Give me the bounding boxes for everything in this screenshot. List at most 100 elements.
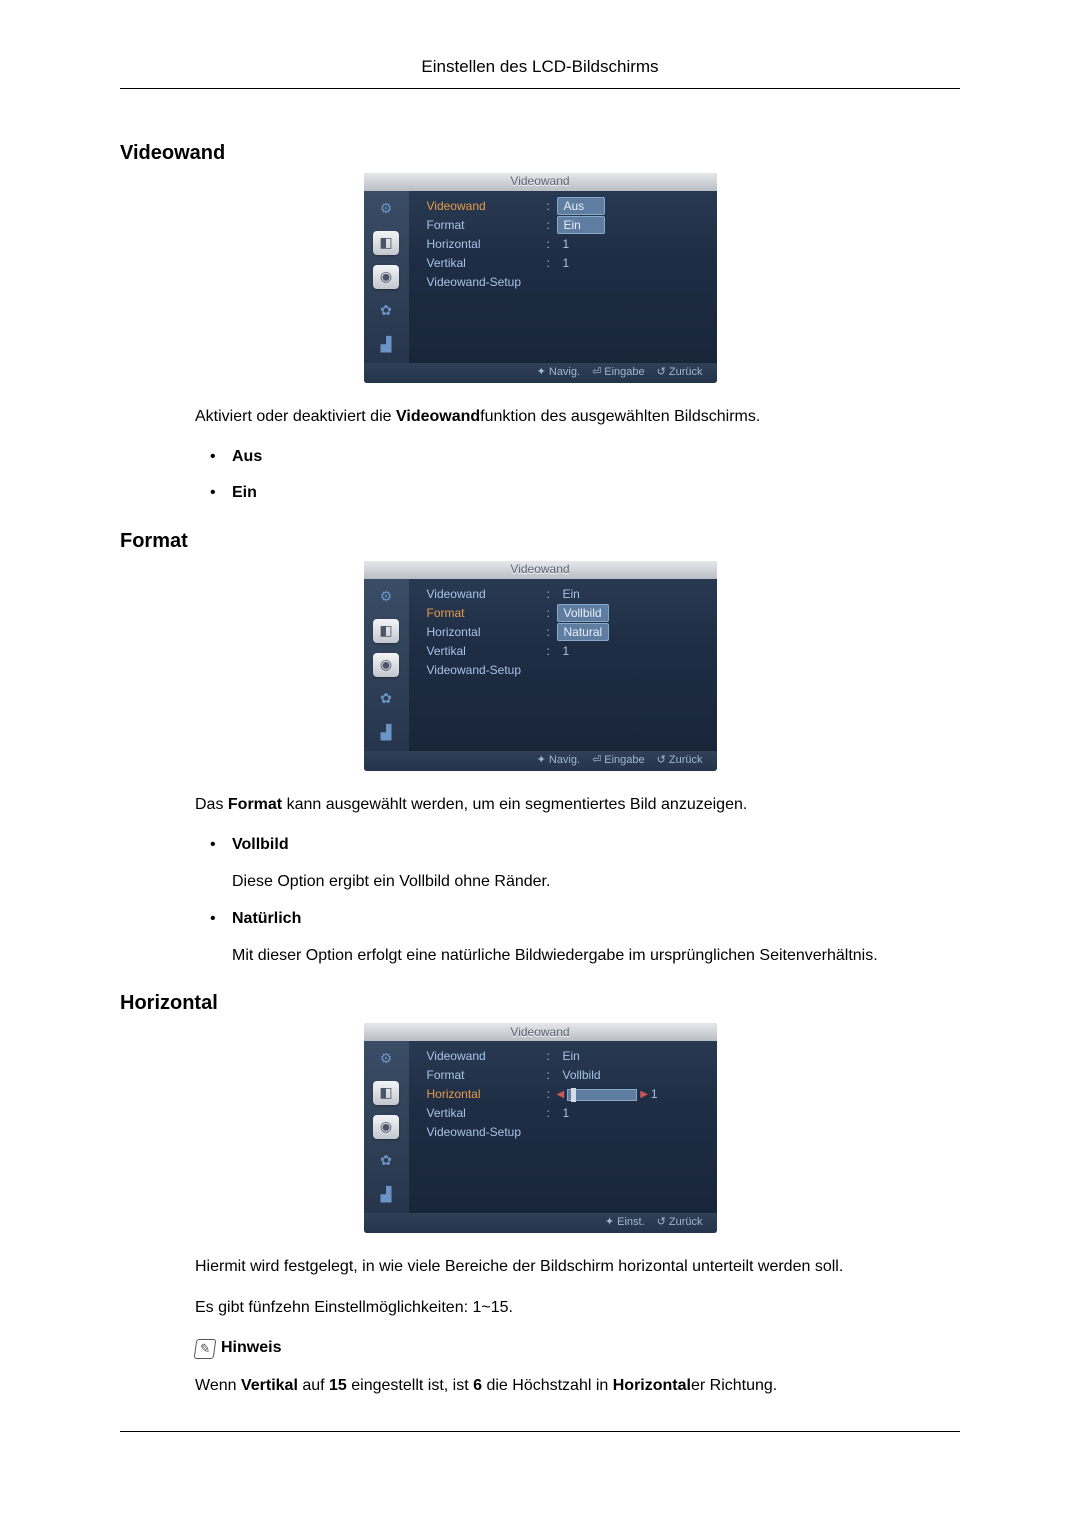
bullet-text: Diese Option ergibt ein Vollbild ohne Rä… <box>232 870 960 893</box>
slider-right-arrow-icon[interactable]: ▶ <box>640 1088 648 1102</box>
footer-back: ↺Zurück <box>657 365 703 380</box>
osd-footer: ✦Navig. ⏎Eingabe ↺Zurück <box>364 363 717 383</box>
slider-track[interactable] <box>567 1089 637 1101</box>
picture-icon: ⚙ <box>373 585 399 609</box>
back-icon: ↺ <box>657 1215 666 1230</box>
multi-icon: ▟ <box>373 721 399 745</box>
osd-row[interactable]: Videowand-Setup <box>427 273 709 292</box>
osd-menu: Videowand ⚙ ◧ ◉ ✿ ▟ Videowand : Ein <box>364 561 717 771</box>
setup-icon: ✿ <box>373 299 399 323</box>
osd-row[interactable]: Videowand : Aus <box>427 197 709 216</box>
bullet-vollbild: Vollbild Diese Option ergibt ein Vollbil… <box>210 834 960 894</box>
osd-row[interactable]: Format : Vollbild <box>427 604 709 623</box>
footer-nav: ✦Navig. <box>537 753 580 768</box>
page-header: Einstellen des LCD-Bildschirms <box>120 55 960 89</box>
bullet-ein: Ein <box>210 482 960 504</box>
footer-back: ↺Zurück <box>657 1215 703 1230</box>
input-icon: ◧ <box>373 619 399 643</box>
clock-icon: ◉ <box>373 1115 399 1139</box>
osd-menu-title: Videowand <box>364 173 717 191</box>
input-icon: ◧ <box>373 1081 399 1105</box>
osd-row-label: Format <box>427 605 547 622</box>
osd-row-value: 1 <box>557 642 605 661</box>
osd-screenshot-videowand: Videowand ⚙ ◧ ◉ ✿ ▟ Videowand : Aus <box>120 173 960 383</box>
slider-left-arrow-icon[interactable]: ◀ <box>557 1088 565 1102</box>
bullet-aus: Aus <box>210 446 960 468</box>
footer-back: ↺Zurück <box>657 753 703 768</box>
nav-icon: ✦ <box>537 365 546 380</box>
osd-sidebar: ⚙ ◧ ◉ ✿ ▟ <box>364 579 409 751</box>
osd-row-label: Vertikal <box>427 643 547 660</box>
osd-row-label: Videowand-Setup <box>427 662 547 679</box>
slider-value: 1 <box>651 1086 658 1103</box>
osd-row-value: Ein <box>557 585 605 604</box>
osd-row[interactable]: Vertikal : 1 <box>427 254 709 273</box>
osd-row[interactable]: Horizontal : 1 <box>427 235 709 254</box>
osd-row[interactable]: Horizontal : Natural <box>427 623 709 642</box>
bullet-text: Mit dieser Option erfolgt eine natürlich… <box>232 944 960 967</box>
osd-row-label: Videowand-Setup <box>427 274 547 291</box>
setup-icon: ✿ <box>373 687 399 711</box>
osd-menu: Videowand ⚙ ◧ ◉ ✿ ▟ Videowand : Ein <box>364 1023 717 1233</box>
section-title-horizontal: Horizontal <box>120 989 960 1017</box>
horizontal-desc2: Es gibt fünfzehn Einstellmöglichkeiten: … <box>195 1296 960 1319</box>
back-icon: ↺ <box>657 753 666 768</box>
picture-icon: ⚙ <box>373 1047 399 1071</box>
slider-thumb[interactable] <box>571 1088 576 1102</box>
footer-nav: ✦Navig. <box>537 365 580 380</box>
osd-row[interactable]: Videowand : Ein <box>427 585 709 604</box>
osd-row-value: Natural <box>557 623 610 641</box>
osd-row-value: 1 <box>557 254 605 273</box>
osd-row[interactable]: Videowand-Setup <box>427 661 709 680</box>
osd-row-value: Vollbild <box>557 604 609 622</box>
picture-icon: ⚙ <box>373 197 399 221</box>
multi-icon: ▟ <box>373 333 399 357</box>
osd-row-label: Videowand <box>427 1048 547 1065</box>
osd-row-label: Vertikal <box>427 1105 547 1122</box>
osd-screenshot-horizontal: Videowand ⚙ ◧ ◉ ✿ ▟ Videowand : Ein <box>120 1023 960 1233</box>
format-bullets: Vollbild Diese Option ergibt ein Vollbil… <box>210 834 960 967</box>
osd-row-label: Videowand <box>427 198 547 215</box>
osd-row-value: Ein <box>557 216 605 234</box>
enter-icon: ⏎ <box>592 365 601 380</box>
enter-icon: ⏎ <box>592 753 601 768</box>
osd-screenshot-format: Videowand ⚙ ◧ ◉ ✿ ▟ Videowand : Ein <box>120 561 960 771</box>
format-description: Das Format kann ausgewählt werden, um ei… <box>195 793 960 816</box>
multi-icon: ▟ <box>373 1183 399 1207</box>
osd-menu-title: Videowand <box>364 1023 717 1041</box>
input-icon: ◧ <box>373 231 399 255</box>
osd-row-value: 1 <box>557 235 605 254</box>
osd-slider[interactable]: ◀ ▶ 1 <box>557 1086 658 1103</box>
nav-icon: ✦ <box>605 1215 614 1230</box>
osd-row[interactable]: Format : Vollbild <box>427 1066 709 1085</box>
osd-footer: ✦Einst. ↺Zurück <box>364 1213 717 1233</box>
osd-row[interactable]: Videowand-Setup <box>427 1123 709 1142</box>
osd-row[interactable]: Horizontal : ◀ ▶ 1 <box>427 1085 709 1104</box>
osd-row[interactable]: Vertikal : 1 <box>427 1104 709 1123</box>
osd-menu: Videowand ⚙ ◧ ◉ ✿ ▟ Videowand : Aus <box>364 173 717 383</box>
osd-row[interactable]: Vertikal : 1 <box>427 642 709 661</box>
osd-menu-title: Videowand <box>364 561 717 579</box>
note-label: Hinweis <box>221 1337 281 1359</box>
osd-rows: Videowand : Aus Format : Ein Horizontal … <box>409 191 717 363</box>
horizontal-desc1: Hiermit wird festgelegt, in wie viele Be… <box>195 1255 960 1278</box>
osd-row-label: Vertikal <box>427 255 547 272</box>
osd-row-value: Ein <box>557 1047 605 1066</box>
osd-rows: Videowand : Ein Format : Vollbild Horizo… <box>409 1041 717 1213</box>
videowand-description: Aktiviert oder deaktiviert die Videowand… <box>195 405 960 428</box>
section-title-format: Format <box>120 527 960 555</box>
osd-row[interactable]: Format : Ein <box>427 216 709 235</box>
osd-rows: Videowand : Ein Format : Vollbild Horizo… <box>409 579 717 751</box>
note-icon: ✎ <box>194 1339 217 1359</box>
footer-nav: ✦Einst. <box>605 1215 645 1230</box>
osd-row-label: Horizontal <box>427 1086 547 1103</box>
document-page: Einstellen des LCD-Bildschirms Videowand… <box>0 0 1080 1502</box>
clock-icon: ◉ <box>373 265 399 289</box>
osd-row-label: Videowand-Setup <box>427 1124 547 1141</box>
osd-row-label: Videowand <box>427 586 547 603</box>
osd-sidebar: ⚙ ◧ ◉ ✿ ▟ <box>364 1041 409 1213</box>
osd-row[interactable]: Videowand : Ein <box>427 1047 709 1066</box>
clock-icon: ◉ <box>373 653 399 677</box>
osd-row-value: Aus <box>557 197 605 215</box>
setup-icon: ✿ <box>373 1149 399 1173</box>
